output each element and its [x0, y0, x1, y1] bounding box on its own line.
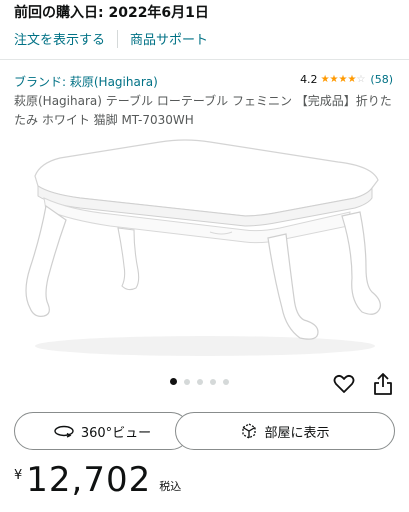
pagination-dot[interactable]	[197, 378, 203, 385]
rating-summary[interactable]: 4.2 ★ ★ ★ ★ ☆ (58)	[300, 73, 393, 86]
view-order-link[interactable]: 注文を表示する	[14, 29, 105, 48]
price: ¥ 12,702 税込	[14, 460, 181, 500]
heart-icon[interactable]	[333, 374, 355, 394]
order-header: 前回の購入日: 2022年6月1日 注文を表示する 商品サポート	[0, 0, 409, 60]
rating-count[interactable]: (58)	[370, 73, 393, 86]
tax-label: 税込	[159, 480, 182, 493]
brand-link[interactable]: ブランド: 萩原(Hagihara)	[14, 73, 158, 90]
product-image[interactable]	[0, 128, 409, 373]
view-360-label: 360°ビュー	[80, 425, 152, 441]
purchase-date: 前回の購入日: 2022年6月1日	[14, 5, 209, 21]
star-icon: ★	[347, 73, 357, 85]
rating-stars: ★ ★ ★ ★ ☆	[320, 73, 366, 85]
gallery-pagination[interactable]	[170, 378, 236, 385]
view-360-button[interactable]: 360°ビュー	[14, 412, 190, 450]
price-currency: ¥	[14, 468, 23, 483]
action-divider	[117, 29, 119, 48]
view-in-room-label: 部屋に表示	[264, 425, 330, 441]
pagination-dot-active[interactable]	[170, 378, 177, 385]
pagination-dot[interactable]	[223, 378, 229, 385]
star-empty-icon: ☆	[356, 73, 366, 85]
share-icon[interactable]	[373, 373, 393, 395]
section-divider	[0, 59, 409, 60]
product-title: 萩原(Hagihara) テーブル ローテーブル フェミニン 【完成品】折りたた…	[14, 94, 392, 127]
white-table-image	[25, 139, 381, 356]
pagination-dot[interactable]	[184, 378, 190, 385]
pagination-dot[interactable]	[210, 378, 216, 385]
price-amount: 12,702	[26, 460, 152, 500]
rating-value: 4.2	[300, 73, 318, 86]
star-icon: ★	[329, 73, 339, 85]
product-support-link[interactable]: 商品サポート	[130, 29, 208, 48]
order-actions: 注文を表示する 商品サポート	[14, 29, 208, 48]
view-in-room-button[interactable]: 部屋に表示	[175, 412, 395, 450]
star-icon: ★	[338, 73, 348, 85]
star-icon: ★	[320, 73, 330, 85]
ar-cube-icon	[242, 423, 257, 439]
rotate-360-icon	[54, 425, 74, 438]
